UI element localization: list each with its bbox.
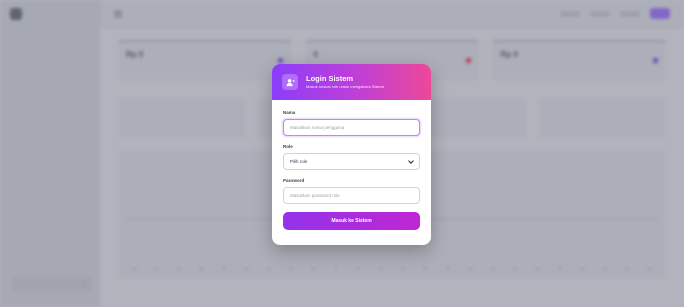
password-input[interactable]: Masukkan password role [283,187,420,204]
role-selected-value: Pilih role [290,159,308,164]
role-select[interactable]: Pilih role [283,153,420,170]
login-submit-button[interactable]: Masuk ke Sistem [283,212,420,230]
login-modal-header: Login Sistem Masuk sesuai role untuk men… [272,64,431,100]
name-label: Nama [283,110,296,115]
login-modal: Login Sistem Masuk sesuai role untuk men… [272,64,431,245]
password-label: Password [283,178,305,183]
role-label: Role [283,144,293,149]
login-subtitle: Masuk sesuai role untuk mengakses Sistem [306,84,385,90]
login-heading: Login Sistem Masuk sesuai role untuk men… [306,73,385,90]
user-login-icon [282,74,298,90]
login-form: Nama Masukkan nama pengguna Role Pilih r… [272,100,431,230]
password-placeholder: Masukkan password role [290,193,340,198]
chevron-down-icon [408,157,414,164]
name-placeholder: Masukkan nama pengguna [290,125,345,130]
login-title: Login Sistem [306,73,354,83]
name-input[interactable]: Masukkan nama pengguna [283,119,420,136]
